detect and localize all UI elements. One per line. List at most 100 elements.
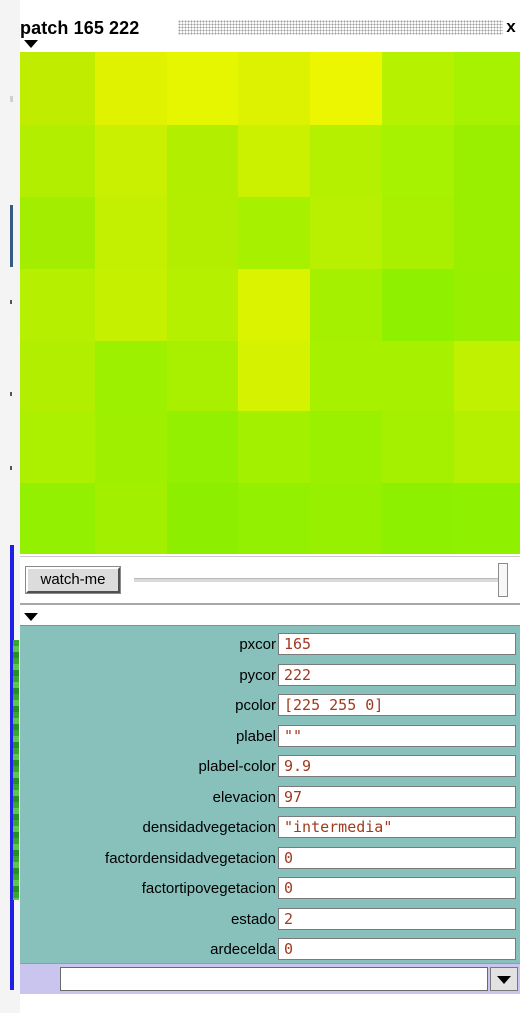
patch-cell [310, 125, 382, 197]
close-icon[interactable]: x [502, 17, 520, 37]
patch-cell [167, 483, 238, 554]
patch-cell [454, 52, 520, 125]
controls-row: watch-me [20, 556, 520, 603]
variable-value-field[interactable]: 97 [278, 785, 516, 808]
patch-cell [382, 52, 454, 125]
variable-row: densidadvegetacion "intermedia" [20, 816, 520, 840]
patch-cell [167, 411, 238, 483]
patch-cell [238, 197, 310, 269]
speed-slider-track[interactable] [134, 578, 504, 582]
patch-cell [454, 411, 520, 483]
variable-label: ardecelda [210, 941, 276, 958]
patch-cell [95, 125, 167, 197]
command-dropdown-button[interactable] [490, 967, 518, 991]
patch-cell [382, 411, 454, 483]
patch-cell [167, 269, 238, 341]
patch-cell [310, 269, 382, 341]
title-bar-grip[interactable] [178, 20, 503, 35]
patch-cell [310, 411, 382, 483]
variable-value-field[interactable]: [225 255 0] [278, 694, 516, 716]
variable-value-field[interactable]: "" [278, 724, 516, 747]
command-row [20, 963, 520, 994]
patch-grid [20, 52, 520, 554]
variable-row: ardecelda 0 [20, 938, 520, 962]
patch-cell [310, 341, 382, 411]
command-input[interactable] [60, 967, 488, 991]
patch-cell [454, 341, 520, 411]
patch-cell [454, 197, 520, 269]
patch-cell [382, 269, 454, 341]
variable-value-field[interactable]: 0 [278, 877, 516, 899]
patch-cell [382, 341, 454, 411]
patch-cell [238, 52, 310, 125]
variable-label: densidadvegetacion [142, 819, 276, 836]
variable-label: plabel-color [198, 758, 276, 775]
variable-label: factortipovegetacion [141, 880, 276, 897]
patch-cell [310, 197, 382, 269]
patch-cell [382, 197, 454, 269]
variable-value-field[interactable]: 9.9 [278, 755, 516, 777]
variable-row: plabel-color 9.9 [20, 755, 520, 779]
variable-value-field[interactable]: 0 [278, 846, 516, 869]
variable-label: pxcor [239, 636, 276, 653]
patch-cell [20, 52, 95, 125]
patch-cell [238, 341, 310, 411]
patch-cell [20, 197, 95, 269]
speed-slider-thumb[interactable] [498, 563, 508, 597]
patch-cell [238, 411, 310, 483]
variable-value-field[interactable]: "intermedia" [278, 816, 516, 838]
patch-cell [238, 269, 310, 341]
patch-cell [310, 483, 382, 554]
variable-value-field[interactable]: 2 [278, 907, 516, 930]
patch-cell [95, 52, 167, 125]
patch-cell [95, 411, 167, 483]
patch-cell [20, 125, 95, 197]
variable-label: plabel [235, 727, 276, 745]
variable-label: pycor [239, 666, 276, 684]
patch-cell [454, 269, 520, 341]
variable-label: factordensidadvegetacion [105, 849, 276, 867]
patch-cell [238, 483, 310, 554]
background-scrollbar [10, 205, 13, 267]
patch-cell [20, 341, 95, 411]
variable-row: elevacion 97 [20, 785, 520, 810]
patch-cell [167, 341, 238, 411]
variable-row: pycor 222 [20, 663, 520, 688]
patch-cell [454, 125, 520, 197]
patch-monitor-window: patch 165 222 x watch-me pxcor 165 pycor 22… [20, 0, 520, 1013]
patch-cell [382, 483, 454, 554]
variable-row: pcolor [225 255 0] [20, 694, 520, 718]
patch-cell [95, 483, 167, 554]
bottom-strip [20, 994, 520, 1013]
patch-cell [310, 52, 382, 125]
variables-panel: pxcor 165 pycor 222 pcolor [225 255 0] plabel "… [20, 625, 520, 963]
patch-view[interactable] [20, 52, 520, 554]
title-bar[interactable]: patch 165 222 x [20, 16, 520, 38]
patch-cell [238, 125, 310, 197]
watch-me-button[interactable]: watch-me [25, 566, 121, 594]
variable-label: elevacion [212, 788, 276, 806]
variable-row: pxcor 165 [20, 633, 520, 657]
background-window-strip [0, 0, 20, 1013]
window-title: patch 165 222 [20, 18, 140, 38]
variable-row: plabel "" [20, 724, 520, 749]
variable-value-field[interactable]: 222 [278, 663, 516, 686]
background-green-bar [13, 640, 19, 900]
variable-row: estado 2 [20, 907, 520, 932]
patch-cell [167, 125, 238, 197]
patch-cell [95, 197, 167, 269]
patch-cell [95, 341, 167, 411]
view-collapse-toggle[interactable] [24, 40, 38, 50]
variable-value-field[interactable]: 165 [278, 633, 516, 655]
variable-label: estado [230, 910, 276, 928]
variable-value-field[interactable]: 0 [278, 938, 516, 960]
patch-cell [20, 411, 95, 483]
variable-row: factortipovegetacion 0 [20, 877, 520, 901]
variable-label: pcolor [235, 697, 276, 714]
patch-cell [167, 197, 238, 269]
patch-cell [454, 483, 520, 554]
patch-cell [20, 269, 95, 341]
variable-row: factordensidadvegetacion 0 [20, 846, 520, 871]
patch-cell [20, 483, 95, 554]
patch-cell [95, 269, 167, 341]
